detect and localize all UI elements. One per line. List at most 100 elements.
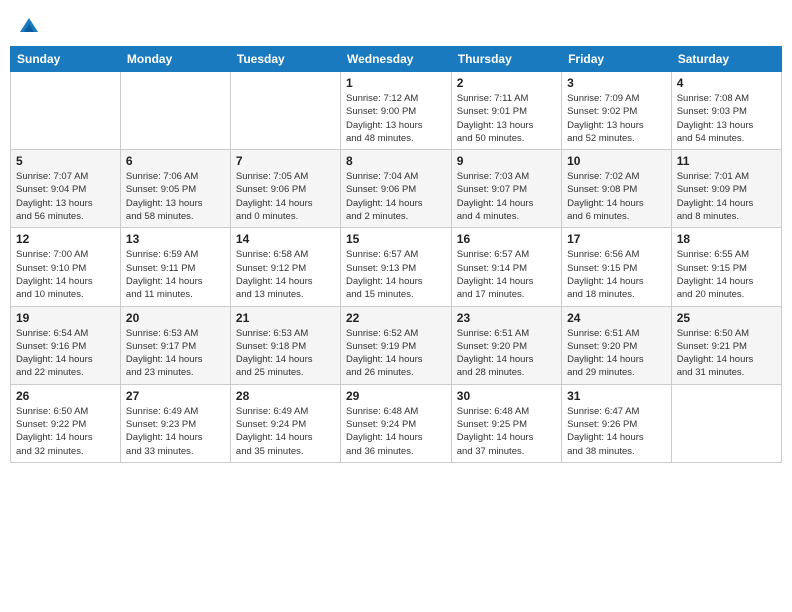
day-number: 11: [677, 154, 776, 168]
calendar-cell: [230, 72, 340, 150]
day-number: 27: [126, 389, 225, 403]
day-of-week-header: Monday: [120, 47, 230, 72]
calendar-cell: 5 Sunrise: 7:07 AM Sunset: 9:04 PM Daylig…: [11, 150, 121, 228]
calendar-cell: 28 Sunrise: 6:49 AM Sunset: 9:24 PM Dayli…: [230, 384, 340, 462]
calendar-cell: 27 Sunrise: 6:49 AM Sunset: 9:23 PM Dayli…: [120, 384, 230, 462]
day-info: Sunrise: 6:53 AM Sunset: 9:18 PM Dayligh…: [236, 327, 335, 380]
day-number: 31: [567, 389, 666, 403]
day-number: 24: [567, 311, 666, 325]
calendar-cell: 20 Sunrise: 6:53 AM Sunset: 9:17 PM Dayli…: [120, 306, 230, 384]
day-info: Sunrise: 7:04 AM Sunset: 9:06 PM Dayligh…: [346, 170, 446, 223]
calendar: SundayMondayTuesdayWednesdayThursdayFrid…: [10, 46, 782, 463]
day-info: Sunrise: 6:54 AM Sunset: 9:16 PM Dayligh…: [16, 327, 115, 380]
day-number: 28: [236, 389, 335, 403]
logo-icon: [18, 14, 40, 36]
day-info: Sunrise: 6:57 AM Sunset: 9:14 PM Dayligh…: [457, 248, 556, 301]
calendar-cell: 9 Sunrise: 7:03 AM Sunset: 9:07 PM Daylig…: [451, 150, 561, 228]
day-of-week-header: Wednesday: [340, 47, 451, 72]
day-info: Sunrise: 6:49 AM Sunset: 9:23 PM Dayligh…: [126, 405, 225, 458]
calendar-cell: 19 Sunrise: 6:54 AM Sunset: 9:16 PM Dayli…: [11, 306, 121, 384]
calendar-cell: 30 Sunrise: 6:48 AM Sunset: 9:25 PM Dayli…: [451, 384, 561, 462]
calendar-cell: 26Sunrise: 6:50 AM Sunset: 9:22 PM Dayli…: [11, 384, 121, 462]
calendar-cell: 31 Sunrise: 6:47 AM Sunset: 9:26 PM Dayli…: [562, 384, 672, 462]
day-number: 6: [126, 154, 225, 168]
calendar-cell: 25 Sunrise: 6:50 AM Sunset: 9:21 PM Dayli…: [671, 306, 781, 384]
day-number: 12: [16, 232, 115, 246]
day-info: Sunrise: 7:00 AM Sunset: 9:10 PM Dayligh…: [16, 248, 115, 301]
day-info: Sunrise: 6:50 AM Sunset: 9:21 PM Dayligh…: [677, 327, 776, 380]
calendar-cell: 6 Sunrise: 7:06 AM Sunset: 9:05 PM Daylig…: [120, 150, 230, 228]
day-number: 15: [346, 232, 446, 246]
day-number: 3: [567, 76, 666, 90]
day-info: Sunrise: 7:11 AM Sunset: 9:01 PM Dayligh…: [457, 92, 556, 145]
day-number: 22: [346, 311, 446, 325]
calendar-cell: [120, 72, 230, 150]
calendar-cell: 29 Sunrise: 6:48 AM Sunset: 9:24 PM Dayli…: [340, 384, 451, 462]
day-of-week-header: Thursday: [451, 47, 561, 72]
day-info: Sunrise: 6:55 AM Sunset: 9:15 PM Dayligh…: [677, 248, 776, 301]
day-info: Sunrise: 6:48 AM Sunset: 9:24 PM Dayligh…: [346, 405, 446, 458]
day-number: 8: [346, 154, 446, 168]
day-info: Sunrise: 7:07 AM Sunset: 9:04 PM Dayligh…: [16, 170, 115, 223]
logo: [16, 14, 40, 36]
day-number: 21: [236, 311, 335, 325]
calendar-cell: [11, 72, 121, 150]
day-number: 5: [16, 154, 115, 168]
day-number: 29: [346, 389, 446, 403]
calendar-cell: 10 Sunrise: 7:02 AM Sunset: 9:08 PM Dayli…: [562, 150, 672, 228]
calendar-cell: 24Sunrise: 6:51 AM Sunset: 9:20 PM Dayli…: [562, 306, 672, 384]
calendar-cell: 17 Sunrise: 6:56 AM Sunset: 9:15 PM Dayli…: [562, 228, 672, 306]
day-number: 16: [457, 232, 556, 246]
day-info: Sunrise: 6:49 AM Sunset: 9:24 PM Dayligh…: [236, 405, 335, 458]
day-number: 7: [236, 154, 335, 168]
day-number: 2: [457, 76, 556, 90]
day-info: Sunrise: 6:58 AM Sunset: 9:12 PM Dayligh…: [236, 248, 335, 301]
day-info: Sunrise: 6:59 AM Sunset: 9:11 PM Dayligh…: [126, 248, 225, 301]
calendar-cell: 7 Sunrise: 7:05 AM Sunset: 9:06 PM Daylig…: [230, 150, 340, 228]
day-info: Sunrise: 6:56 AM Sunset: 9:15 PM Dayligh…: [567, 248, 666, 301]
day-number: 25: [677, 311, 776, 325]
day-of-week-header: Friday: [562, 47, 672, 72]
calendar-cell: 1Sunrise: 7:12 AM Sunset: 9:00 PM Daylig…: [340, 72, 451, 150]
day-info: Sunrise: 7:02 AM Sunset: 9:08 PM Dayligh…: [567, 170, 666, 223]
day-number: 9: [457, 154, 556, 168]
day-info: Sunrise: 7:03 AM Sunset: 9:07 PM Dayligh…: [457, 170, 556, 223]
day-info: Sunrise: 6:53 AM Sunset: 9:17 PM Dayligh…: [126, 327, 225, 380]
day-number: 1: [346, 76, 446, 90]
calendar-cell: 12 Sunrise: 7:00 AM Sunset: 9:10 PM Dayli…: [11, 228, 121, 306]
calendar-cell: 14 Sunrise: 6:58 AM Sunset: 9:12 PM Dayli…: [230, 228, 340, 306]
calendar-cell: 23 Sunrise: 6:51 AM Sunset: 9:20 PM Dayli…: [451, 306, 561, 384]
day-number: 18: [677, 232, 776, 246]
day-number: 13: [126, 232, 225, 246]
calendar-cell: 11 Sunrise: 7:01 AM Sunset: 9:09 PM Dayli…: [671, 150, 781, 228]
day-info: Sunrise: 7:05 AM Sunset: 9:06 PM Dayligh…: [236, 170, 335, 223]
day-of-week-header: Sunday: [11, 47, 121, 72]
day-info: Sunrise: 6:47 AM Sunset: 9:26 PM Dayligh…: [567, 405, 666, 458]
day-info: Sunrise: 7:08 AM Sunset: 9:03 PM Dayligh…: [677, 92, 776, 145]
day-of-week-header: Tuesday: [230, 47, 340, 72]
day-info: Sunrise: 6:52 AM Sunset: 9:19 PM Dayligh…: [346, 327, 446, 380]
calendar-cell: 15 Sunrise: 6:57 AM Sunset: 9:13 PM Dayli…: [340, 228, 451, 306]
day-info: Sunrise: 6:48 AM Sunset: 9:25 PM Dayligh…: [457, 405, 556, 458]
day-info: Sunrise: 7:09 AM Sunset: 9:02 PM Dayligh…: [567, 92, 666, 145]
header: [10, 10, 782, 40]
day-number: 19: [16, 311, 115, 325]
day-number: 23: [457, 311, 556, 325]
day-number: 4: [677, 76, 776, 90]
calendar-cell: 13 Sunrise: 6:59 AM Sunset: 9:11 PM Dayli…: [120, 228, 230, 306]
calendar-cell: 4 Sunrise: 7:08 AM Sunset: 9:03 PM Daylig…: [671, 72, 781, 150]
calendar-cell: 16 Sunrise: 6:57 AM Sunset: 9:14 PM Dayli…: [451, 228, 561, 306]
day-info: Sunrise: 6:51 AM Sunset: 9:20 PM Dayligh…: [457, 327, 556, 380]
day-info: Sunrise: 7:06 AM Sunset: 9:05 PM Dayligh…: [126, 170, 225, 223]
day-info: Sunrise: 7:01 AM Sunset: 9:09 PM Dayligh…: [677, 170, 776, 223]
calendar-cell: 21 Sunrise: 6:53 AM Sunset: 9:18 PM Dayli…: [230, 306, 340, 384]
day-info: Sunrise: 6:57 AM Sunset: 9:13 PM Dayligh…: [346, 248, 446, 301]
day-of-week-header: Saturday: [671, 47, 781, 72]
calendar-cell: 22 Sunrise: 6:52 AM Sunset: 9:19 PM Dayli…: [340, 306, 451, 384]
day-number: 17: [567, 232, 666, 246]
day-number: 30: [457, 389, 556, 403]
day-number: 10: [567, 154, 666, 168]
day-number: 14: [236, 232, 335, 246]
calendar-cell: 18 Sunrise: 6:55 AM Sunset: 9:15 PM Dayli…: [671, 228, 781, 306]
day-number: 20: [126, 311, 225, 325]
